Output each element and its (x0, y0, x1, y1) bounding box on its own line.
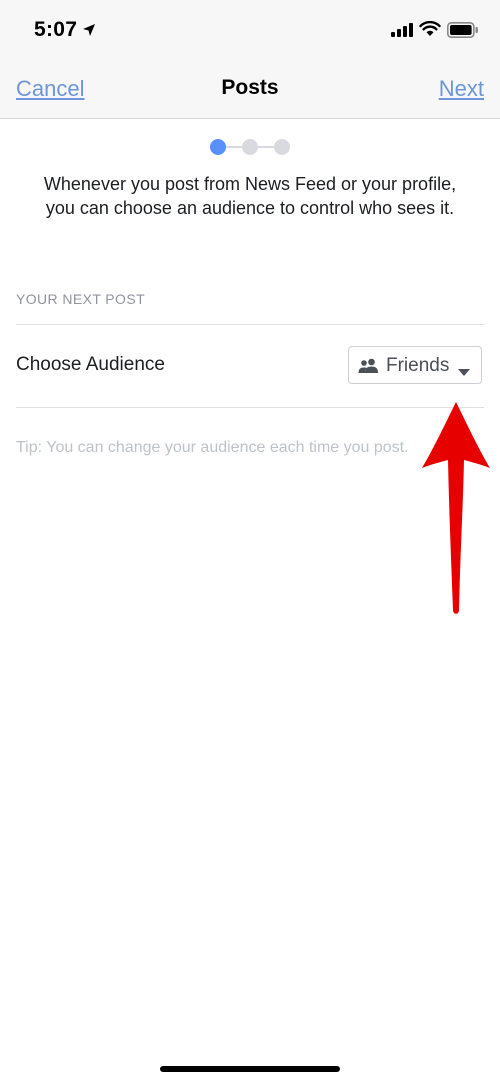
audience-selected-value: Friends (386, 355, 450, 376)
nav-bar: Cancel Posts Next (0, 64, 500, 119)
divider (16, 407, 484, 408)
divider (16, 324, 484, 325)
status-bar: 5:07 (0, 0, 500, 64)
step-dot-active (210, 139, 226, 155)
red-arrow-annotation (420, 398, 494, 627)
section-header: YOUR NEXT POST (16, 291, 146, 307)
tip-text: Tip: You can change your audience each t… (16, 439, 409, 456)
chevron-down-icon (458, 363, 470, 381)
page-title: Posts (221, 76, 279, 99)
step-indicator (209, 138, 291, 156)
intro-text: Whenever you post from News Feed or your… (43, 174, 457, 218)
location-arrow-icon (82, 23, 96, 42)
signal-bars-icon (391, 23, 413, 42)
wifi-icon (419, 20, 441, 42)
step-dot (274, 139, 290, 155)
step-dot (242, 139, 258, 155)
next-button[interactable]: Next (439, 76, 484, 102)
battery-icon (447, 22, 479, 43)
friends-icon (358, 358, 380, 379)
status-time: 5:07 (34, 18, 78, 41)
home-indicator[interactable] (160, 1066, 340, 1072)
choose-audience-label: Choose Audience (16, 354, 165, 375)
audience-dropdown[interactable]: Friends (348, 346, 482, 384)
